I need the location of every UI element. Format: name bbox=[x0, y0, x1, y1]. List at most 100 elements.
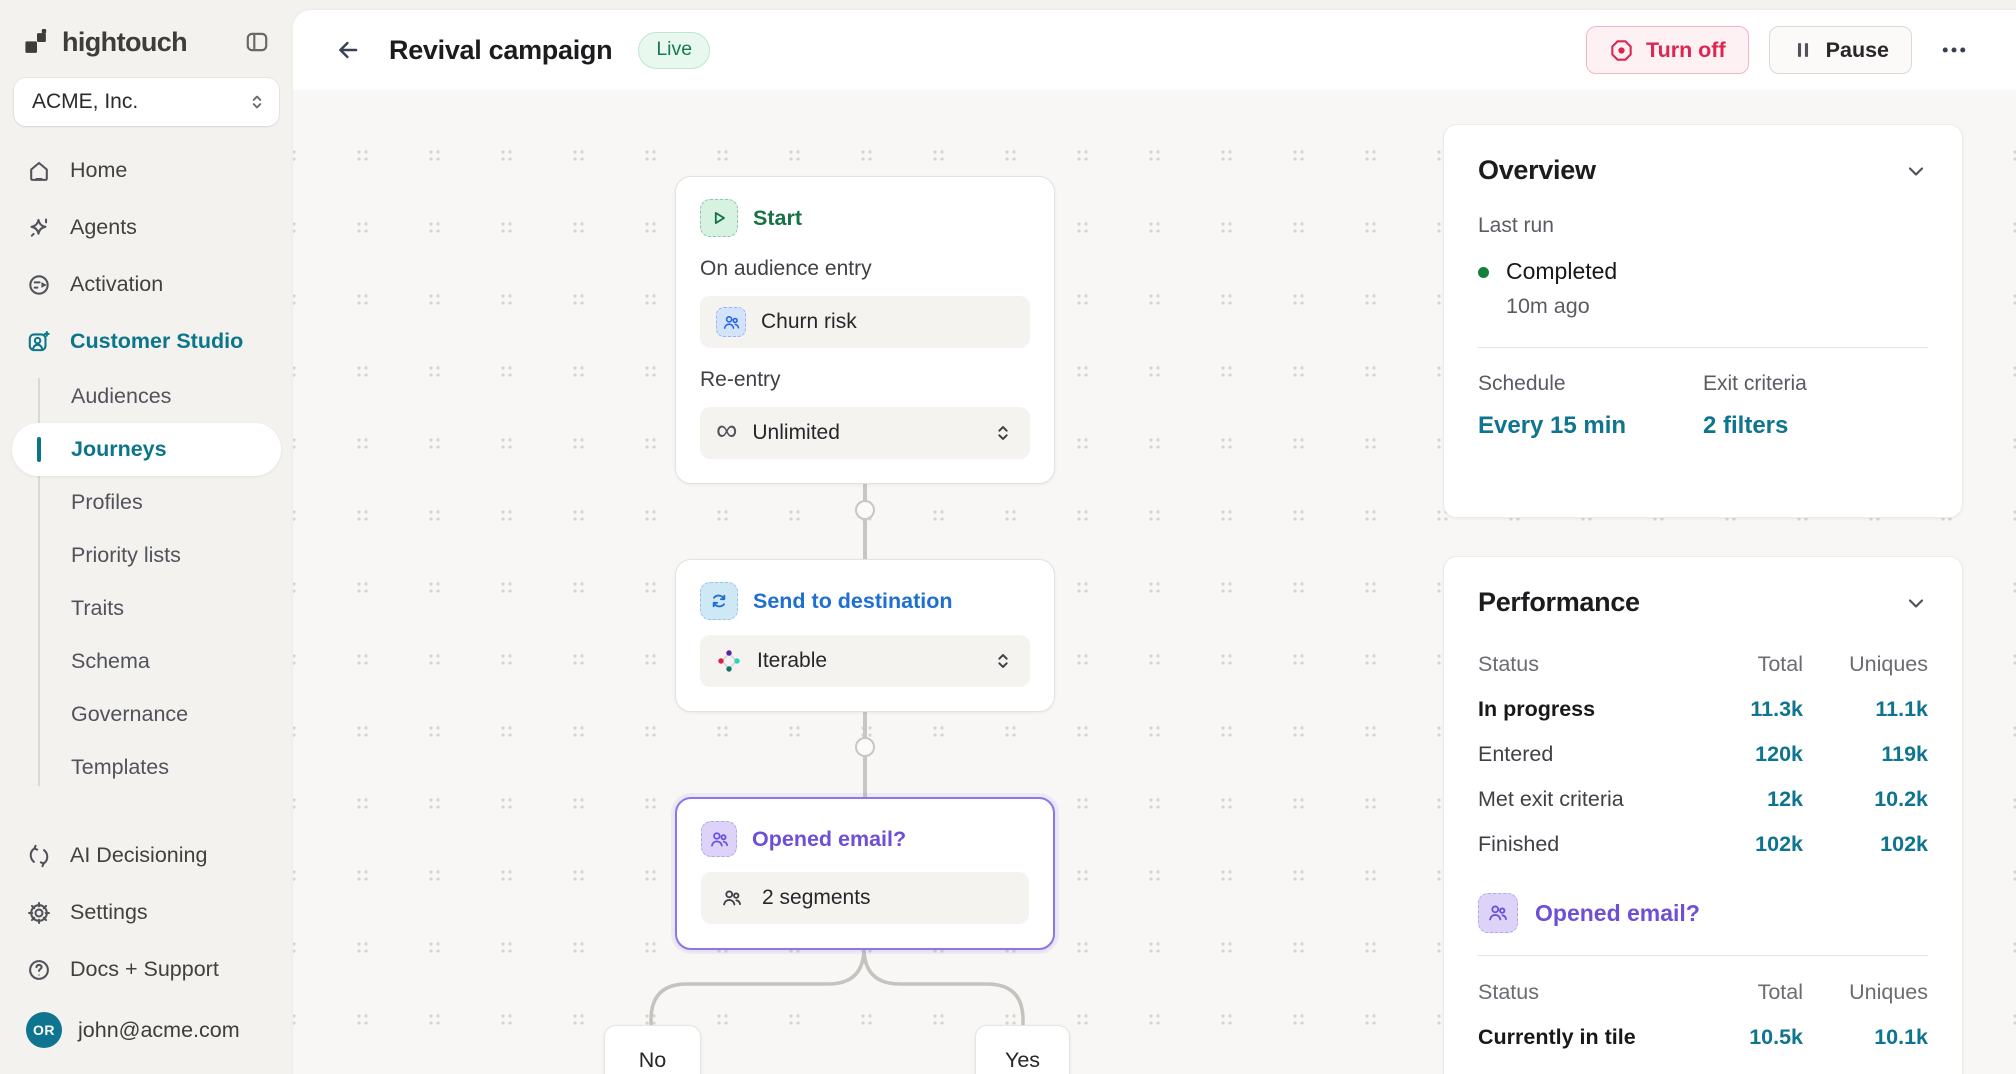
exit-criteria-label: Exit criteria bbox=[1703, 372, 1928, 396]
destination-node[interactable]: Send to destination Iterable bbox=[675, 559, 1055, 712]
table-row-status: Currently in tile bbox=[1478, 1015, 1693, 1060]
sidebar-item-home[interactable]: Home bbox=[12, 142, 281, 199]
completed-status-dot bbox=[1478, 267, 1489, 278]
table-row-total: 11.3k bbox=[1693, 687, 1803, 732]
sidebar-item-docs-support[interactable]: Docs + Support bbox=[12, 941, 281, 998]
sidebar-item-templates[interactable]: Templates bbox=[38, 741, 281, 794]
sidebar-item-traits[interactable]: Traits bbox=[38, 582, 281, 635]
overview-panel: Overview Last run Completed 10m ago Sche… bbox=[1443, 124, 1963, 518]
column-header: Total bbox=[1693, 970, 1803, 1015]
sidebar-item-label: Settings bbox=[70, 900, 148, 925]
sub-item-label: Governance bbox=[71, 702, 188, 727]
sparkle-icon bbox=[26, 215, 52, 241]
home-icon bbox=[26, 158, 52, 184]
hightouch-logo-icon bbox=[22, 27, 52, 57]
sidebar-item-label: Home bbox=[70, 158, 127, 183]
reentry-value: Unlimited bbox=[752, 421, 840, 445]
schedule-value[interactable]: Every 15 min bbox=[1478, 412, 1703, 440]
connector-dot[interactable] bbox=[855, 737, 875, 757]
tile-table: Status Total Uniques Currently in tile 1… bbox=[1478, 970, 1928, 1060]
branch-no-card[interactable]: No bbox=[604, 1025, 701, 1074]
connector-dot[interactable] bbox=[855, 500, 875, 520]
ai-decisioning-icon bbox=[26, 843, 52, 869]
pause-button[interactable]: Pause bbox=[1769, 26, 1912, 74]
pause-icon bbox=[1792, 39, 1814, 61]
hightouch-logo: hightouch bbox=[22, 27, 187, 58]
workspace-selector[interactable]: ACME, Inc. bbox=[14, 78, 279, 126]
sidebar-item-ai-decisioning[interactable]: AI Decisioning bbox=[12, 827, 281, 884]
branch-no-label: No bbox=[639, 1048, 666, 1074]
table-row-status: In progress bbox=[1478, 687, 1693, 732]
sidebar-item-settings[interactable]: Settings bbox=[12, 884, 281, 941]
chevron-updown-icon bbox=[247, 92, 267, 112]
ellipsis-icon bbox=[1939, 35, 1969, 65]
last-run-time: 10m ago bbox=[1506, 294, 1617, 319]
reentry-select[interactable]: ∞ Unlimited bbox=[700, 407, 1030, 459]
sub-item-label: Journeys bbox=[71, 437, 167, 462]
table-row-total: 10.5k bbox=[1693, 1015, 1803, 1060]
segments-field[interactable]: 2 segments bbox=[701, 872, 1029, 924]
sub-item-label: Priority lists bbox=[71, 543, 181, 568]
table-row-uniques: 10.1k bbox=[1803, 1015, 1928, 1060]
user-email: john@acme.com bbox=[78, 1018, 240, 1043]
table-row-total: 12k bbox=[1693, 777, 1803, 822]
schedule-label: Schedule bbox=[1478, 372, 1703, 396]
performance-panel: Performance Status Total Uniques In prog… bbox=[1443, 556, 1963, 1074]
destination-select[interactable]: Iterable bbox=[700, 635, 1030, 687]
table-row-status: Finished bbox=[1478, 822, 1693, 867]
sidebar-item-schema[interactable]: Schema bbox=[38, 635, 281, 688]
sidebar-item-label: Activation bbox=[70, 272, 163, 297]
sub-item-label: Traits bbox=[71, 596, 124, 621]
back-button[interactable] bbox=[327, 29, 369, 71]
branch-node[interactable]: Opened email? 2 segments bbox=[675, 797, 1055, 950]
chevron-down-icon[interactable] bbox=[1904, 159, 1928, 183]
last-run-status: Completed bbox=[1506, 258, 1617, 285]
sidebar-item-label: Docs + Support bbox=[70, 957, 219, 982]
branch-node-title: Opened email? bbox=[752, 827, 906, 852]
sub-item-label: Schema bbox=[71, 649, 150, 674]
journey-canvas[interactable]: Start On audience entry Churn risk Re-en… bbox=[293, 90, 2016, 1074]
sub-item-label: Profiles bbox=[71, 490, 143, 515]
iterable-logo bbox=[716, 648, 742, 674]
audience-name: Churn risk bbox=[761, 310, 857, 334]
destination-node-title: Send to destination bbox=[753, 589, 952, 614]
audience-users-icon bbox=[716, 307, 746, 337]
sub-item-label: Templates bbox=[71, 755, 169, 780]
stop-octagon-icon bbox=[1609, 38, 1634, 63]
start-node[interactable]: Start On audience entry Churn risk Re-en… bbox=[675, 176, 1055, 484]
sidebar-item-agents[interactable]: Agents bbox=[12, 199, 281, 256]
turn-off-button[interactable]: Turn off bbox=[1586, 26, 1749, 74]
sidebar-item-activation[interactable]: Activation bbox=[12, 256, 281, 313]
journey-header: Revival campaign Live Turn off Pause bbox=[293, 10, 2016, 90]
infinity-icon: ∞ bbox=[716, 416, 737, 446]
more-options-button[interactable] bbox=[1932, 28, 1976, 72]
user-menu[interactable]: OR john@acme.com bbox=[12, 998, 281, 1062]
sub-item-label: Audiences bbox=[71, 384, 171, 409]
help-icon bbox=[26, 957, 52, 983]
branch-yes-card[interactable]: Yes bbox=[975, 1025, 1070, 1074]
sidebar-collapse-button[interactable] bbox=[237, 22, 277, 62]
column-header: Status bbox=[1478, 642, 1693, 687]
table-row-status: Met exit criteria bbox=[1478, 777, 1693, 822]
chevron-down-icon[interactable] bbox=[1904, 591, 1928, 615]
users-icon bbox=[717, 883, 747, 913]
table-row-status: Entered bbox=[1478, 732, 1693, 777]
sidebar-item-journeys[interactable]: Journeys bbox=[12, 423, 281, 476]
sidebar-item-priority-lists[interactable]: Priority lists bbox=[38, 529, 281, 582]
chevron-updown-icon bbox=[992, 650, 1014, 672]
sidebar-item-audiences[interactable]: Audiences bbox=[38, 370, 281, 423]
status-badge: Live bbox=[638, 32, 710, 69]
divider bbox=[1478, 347, 1928, 348]
sidebar-item-governance[interactable]: Governance bbox=[38, 688, 281, 741]
exit-criteria-value[interactable]: 2 filters bbox=[1703, 412, 1928, 440]
turn-off-label: Turn off bbox=[1646, 38, 1726, 63]
segments-count: 2 segments bbox=[762, 886, 871, 910]
activation-icon bbox=[26, 272, 52, 298]
audience-field[interactable]: Churn risk bbox=[700, 296, 1030, 348]
customer-studio-icon bbox=[26, 329, 52, 355]
sidebar-item-customer-studio[interactable]: Customer Studio bbox=[12, 313, 281, 370]
tile-section-title[interactable]: Opened email? bbox=[1535, 900, 1700, 927]
brand-name: hightouch bbox=[62, 27, 187, 58]
sidebar-item-profiles[interactable]: Profiles bbox=[38, 476, 281, 529]
avatar: OR bbox=[26, 1012, 62, 1048]
